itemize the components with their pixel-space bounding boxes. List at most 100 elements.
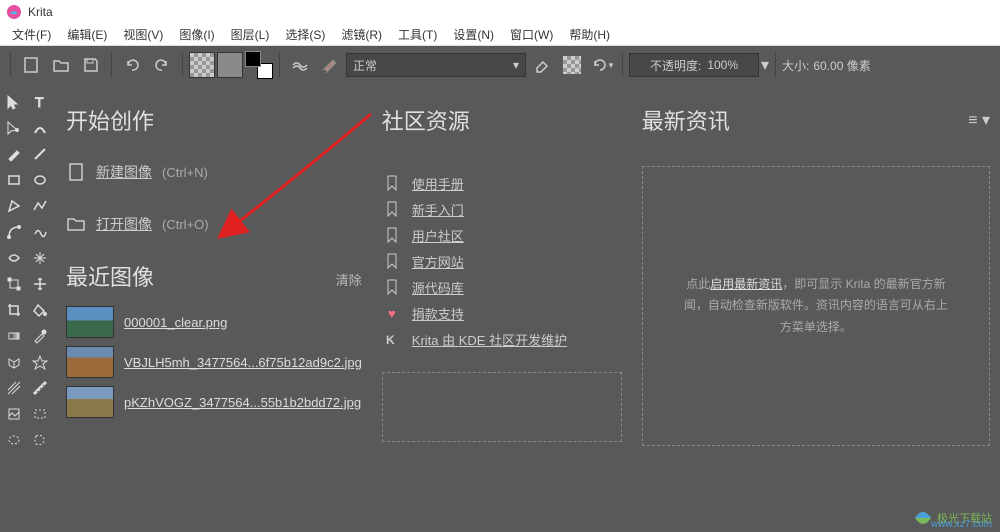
open-image-link[interactable]: 打开图像 (Ctrl+O)	[66, 208, 362, 240]
ellipse-select-tool[interactable]	[2, 428, 26, 452]
opacity-field[interactable]: 不透明度: 100%	[629, 53, 759, 77]
dynamic-brush-tool[interactable]	[2, 246, 26, 270]
new-image-link[interactable]: 新建图像 (Ctrl+N)	[66, 156, 362, 188]
community-link-forum[interactable]: 用户社区	[382, 222, 622, 248]
rect-select-tool[interactable]	[28, 402, 52, 426]
assistant-tool[interactable]	[2, 376, 26, 400]
brush-preset-icon[interactable]	[316, 51, 344, 79]
workspace: T 开始创作	[0, 84, 1000, 532]
recent-filename: pKZhVOGZ_3477564...55b1b2bdd72.jpg	[124, 395, 361, 410]
reload-preset-button[interactable]: ▾	[588, 51, 616, 79]
new-file-button[interactable]	[17, 51, 45, 79]
watermark: 极光下载站 www.xz7.com	[913, 508, 992, 528]
gradient-tool[interactable]	[2, 324, 26, 348]
recent-item[interactable]: 000001_clear.png	[66, 302, 362, 342]
ellipse-tool[interactable]	[28, 168, 52, 192]
app-icon	[6, 4, 22, 20]
community-link-tutorial[interactable]: 新手入门	[382, 196, 622, 222]
toolbar-separator	[622, 53, 623, 77]
move-layer-tool[interactable]	[28, 272, 52, 296]
app-title: Krita	[28, 5, 53, 19]
recent-filename: VBJLH5mh_3477564...6f75b12ad9c2.jpg	[124, 355, 362, 370]
save-button[interactable]	[77, 51, 105, 79]
brush-settings-icon[interactable]	[286, 51, 314, 79]
community-link-website[interactable]: 官方网站	[382, 248, 622, 274]
toolbar-separator	[111, 53, 112, 77]
file-icon	[66, 162, 86, 182]
menu-file[interactable]: 文件(F)	[4, 24, 59, 45]
menu-image[interactable]: 图像(I)	[171, 24, 222, 45]
toolbar-separator	[10, 53, 11, 77]
menubar: 文件(F) 编辑(E) 视图(V) 图像(I) 图层(L) 选择(S) 滤镜(R…	[0, 24, 1000, 46]
menu-layer[interactable]: 图层(L)	[223, 24, 278, 45]
community-link-donate[interactable]: ♥捐款支持	[382, 300, 622, 326]
text-tool[interactable]: T	[28, 90, 52, 114]
community-column: 社区资源 使用手册 新手入门 用户社区 官方网站 源代码库 ♥捐款支持 KKri…	[382, 104, 622, 512]
community-link-kde[interactable]: KKrita 由 KDE 社区开发维护	[382, 326, 622, 352]
drop-area[interactable]	[382, 372, 622, 442]
pattern-swatch[interactable]	[189, 52, 215, 78]
community-link-manual[interactable]: 使用手册	[382, 170, 622, 196]
news-menu-icon[interactable]: ≡ ▾	[968, 110, 990, 130]
menu-settings[interactable]: 设置(N)	[445, 24, 502, 45]
bezier-tool[interactable]	[2, 220, 26, 244]
recent-filename: 000001_clear.png	[124, 315, 227, 330]
brush-size-field[interactable]: 大小: 60.00 像素	[782, 57, 871, 74]
redo-button[interactable]	[148, 51, 176, 79]
bookmark-icon	[382, 199, 402, 219]
undo-button[interactable]	[118, 51, 146, 79]
calligraphy-tool[interactable]	[28, 116, 52, 140]
recent-item[interactable]: VBJLH5mh_3477564...6f75b12ad9c2.jpg	[66, 342, 362, 382]
fill-tool[interactable]	[28, 298, 52, 322]
menu-window[interactable]: 窗口(W)	[502, 24, 561, 45]
clear-recent-link[interactable]: 清除	[336, 270, 362, 289]
enable-news-link[interactable]: 启用最新资讯	[710, 277, 782, 291]
toolbar-separator	[279, 53, 280, 77]
menu-filter[interactable]: 滤镜(R)	[333, 24, 390, 45]
fg-bg-swatch[interactable]	[245, 51, 273, 79]
thumbnail-icon	[66, 346, 114, 378]
edit-shapes-tool[interactable]	[2, 116, 26, 140]
menu-edit[interactable]: 编辑(E)	[59, 24, 115, 45]
kde-icon: K	[382, 329, 402, 349]
freehand-select-tool[interactable]	[28, 428, 52, 452]
open-image-label: 打开图像	[96, 214, 152, 234]
alpha-lock-button[interactable]	[558, 51, 586, 79]
bookmark-icon	[382, 173, 402, 193]
measure-tool[interactable]	[28, 376, 52, 400]
brush-tool[interactable]	[2, 142, 26, 166]
size-value: 60.00 像素	[813, 57, 870, 74]
welcome-screen: 开始创作 新建图像 (Ctrl+N) 打开图像 (Ctrl+O) 最近图像 清除…	[56, 84, 1000, 532]
freehand-path-tool[interactable]	[28, 220, 52, 244]
reference-tool[interactable]	[2, 402, 26, 426]
line-tool[interactable]	[28, 142, 52, 166]
polyline-tool[interactable]	[28, 194, 52, 218]
crop-tool[interactable]	[2, 298, 26, 322]
blend-mode-value: 正常	[353, 57, 377, 74]
start-column: 开始创作 新建图像 (Ctrl+N) 打开图像 (Ctrl+O) 最近图像 清除…	[66, 104, 362, 512]
eraser-button[interactable]	[528, 51, 556, 79]
heart-icon: ♥	[382, 303, 402, 323]
new-image-shortcut: (Ctrl+N)	[162, 165, 208, 180]
bookmark-icon	[382, 277, 402, 297]
open-file-button[interactable]	[47, 51, 75, 79]
opacity-dropdown-icon[interactable]: ▾	[761, 55, 769, 75]
recent-item[interactable]: pKZhVOGZ_3477564...55b1b2bdd72.jpg	[66, 382, 362, 422]
menu-view[interactable]: 视图(V)	[115, 24, 171, 45]
smart-fill-tool[interactable]	[28, 350, 52, 374]
menu-select[interactable]: 选择(S)	[277, 24, 333, 45]
titlebar: Krita	[0, 0, 1000, 24]
blend-mode-select[interactable]: 正常 ▾	[346, 53, 526, 77]
polygon-tool[interactable]	[2, 194, 26, 218]
opacity-value: 100%	[707, 58, 738, 72]
gradient-swatch[interactable]	[217, 52, 243, 78]
menu-help[interactable]: 帮助(H)	[561, 24, 618, 45]
rectangle-tool[interactable]	[2, 168, 26, 192]
multibrush-tool[interactable]	[28, 246, 52, 270]
menu-tools[interactable]: 工具(T)	[390, 24, 445, 45]
pattern-tool[interactable]	[2, 350, 26, 374]
transform-tool[interactable]	[2, 272, 26, 296]
color-picker-tool[interactable]	[28, 324, 52, 348]
move-tool[interactable]	[2, 90, 26, 114]
community-link-source[interactable]: 源代码库	[382, 274, 622, 300]
